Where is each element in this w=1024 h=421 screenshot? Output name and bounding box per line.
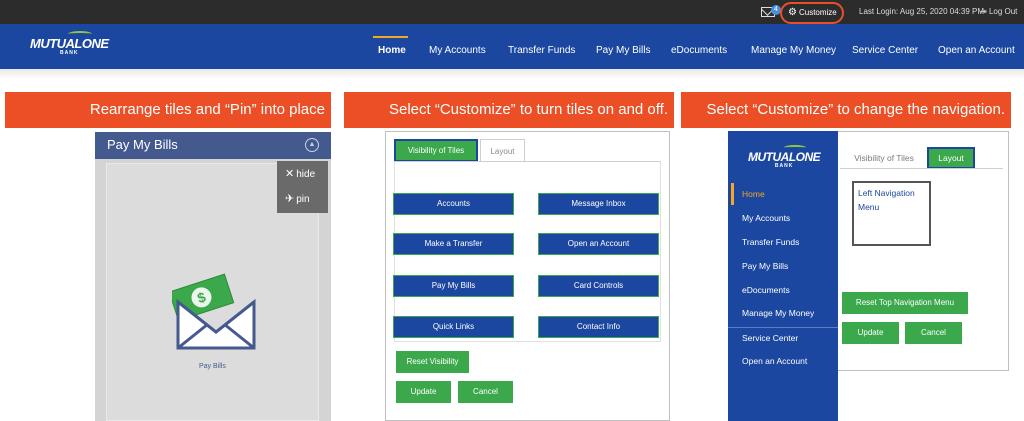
main-navigation: MUTUALONE BANK Home My Accounts Transfer… xyxy=(0,24,1024,69)
side-active-indicator xyxy=(731,183,734,205)
side-item-transfer-funds[interactable]: Transfer Funds xyxy=(742,237,799,247)
tile-menu-pin[interactable]: ✈ pin xyxy=(285,192,310,205)
nav-item-pay-my-bills[interactable]: Pay My Bills xyxy=(596,45,650,56)
side-nav-divider xyxy=(728,327,838,328)
close-icon: ✕ xyxy=(285,168,295,180)
side-item-pay-my-bills[interactable]: Pay My Bills xyxy=(742,261,788,271)
tutorial-page: 4 ⚙ Customize Last Login: Aug 25, 2020 04… xyxy=(0,0,1024,421)
left-side-navigation xyxy=(728,131,838,421)
last-login-text: Last Login: Aug 25, 2020 04:39 PM xyxy=(859,7,984,16)
tile-toggle-quick-links[interactable]: Quick Links xyxy=(393,316,514,338)
nav-item-service-center[interactable]: Service Center xyxy=(852,45,918,56)
tile-options-menu: ✕ hide ✈ pin xyxy=(277,161,328,213)
side-item-home[interactable]: Home xyxy=(742,189,765,199)
cancel-button[interactable]: Cancel xyxy=(458,381,513,403)
logout-icon: ⇥ xyxy=(980,7,989,16)
cancel-nav-button[interactable]: Cancel xyxy=(905,322,962,344)
logo-swoosh xyxy=(68,31,92,37)
tile-toggle-pay-my-bills[interactable]: Pay My Bills xyxy=(393,275,514,297)
chevron-up-icon[interactable]: ▲ xyxy=(305,138,319,152)
nav-item-open-an-account[interactable]: Open an Account xyxy=(938,45,1015,56)
tile-toggle-message-inbox[interactable]: Message Inbox xyxy=(538,193,659,215)
nav-item-transfer-funds[interactable]: Transfer Funds xyxy=(508,45,575,56)
left-nav-line-1: Left Navigation xyxy=(858,188,915,198)
nav-item-my-accounts[interactable]: My Accounts xyxy=(429,45,486,56)
side-item-my-accounts[interactable]: My Accounts xyxy=(742,213,790,223)
tile-toggle-open-an-account[interactable]: Open an Account xyxy=(538,233,659,255)
banner-rearrange-tiles: Rearrange tiles and “Pin” into place xyxy=(5,92,331,128)
tab-visibility-of-tiles[interactable]: Visibility of Tiles xyxy=(394,139,478,162)
reset-visibility-button[interactable]: Reset Visibility xyxy=(396,351,469,373)
side-item-open-an-account[interactable]: Open an Account xyxy=(742,356,807,366)
logo-text: MUTUALONE xyxy=(30,36,109,51)
tab-visibility-of-tiles-nav[interactable]: Visibility of Tiles xyxy=(844,148,924,168)
customize-label: Customize xyxy=(798,8,837,17)
tile-header[interactable]: Pay My Bills ▲ xyxy=(95,132,331,159)
side-item-service-center[interactable]: Service Center xyxy=(742,333,798,343)
side-logo-swoosh xyxy=(784,145,806,150)
pin-icon: ✈ xyxy=(285,193,295,205)
banner-navigation: Select “Customize” to change the navigat… xyxy=(681,92,1011,128)
tile-toggle-accounts[interactable]: Accounts xyxy=(393,193,514,215)
side-bank-logo[interactable]: MUTUALONE BANK xyxy=(748,145,821,169)
nav-item-edocuments[interactable]: eDocuments xyxy=(671,45,727,56)
nav-shadow xyxy=(0,69,1024,79)
nav-item-manage-my-money[interactable]: Manage My Money xyxy=(751,45,836,56)
logout-link[interactable]: ⇥ Log Out xyxy=(980,7,1017,16)
tab-layout-nav[interactable]: Layout xyxy=(927,147,975,169)
tile-toggle-make-a-transfer[interactable]: Make a Transfer xyxy=(393,233,514,255)
gear-icon: ⚙ xyxy=(788,7,797,18)
update-button[interactable]: Update xyxy=(396,381,451,403)
tile-menu-hide[interactable]: ✕ hide xyxy=(285,167,315,180)
left-navigation-menu-option[interactable]: Left Navigation Menu xyxy=(852,181,931,246)
tab-layout[interactable]: Layout xyxy=(480,139,525,162)
nav-active-indicator xyxy=(373,36,408,38)
side-item-edocuments[interactable]: eDocuments xyxy=(742,285,790,295)
pay-bills-caption[interactable]: Pay Bills xyxy=(199,363,226,370)
left-nav-line-2: Menu xyxy=(858,202,880,212)
banner-visibility: Select “Customize” to turn tiles on and … xyxy=(344,92,674,128)
side-item-manage-my-money[interactable]: Manage My Money xyxy=(742,308,814,318)
customize-button[interactable]: ⚙ Customize xyxy=(780,2,844,24)
logout-label: Log Out xyxy=(988,7,1018,16)
bank-logo[interactable]: MUTUALONE BANK xyxy=(30,31,109,56)
utility-bar: 4 ⚙ Customize Last Login: Aug 25, 2020 04… xyxy=(0,0,1024,24)
update-nav-button[interactable]: Update xyxy=(842,322,899,344)
pin-label: pin xyxy=(296,194,310,205)
hide-label: hide xyxy=(296,169,316,180)
side-logo-text: MUTUALONE xyxy=(748,150,821,164)
tab-divider-nav xyxy=(840,168,1003,169)
envelope-dollar-icon: $ xyxy=(172,273,256,350)
tile-toggle-contact-info[interactable]: Contact Info xyxy=(538,316,659,338)
reset-top-navigation-button[interactable]: Reset Top Navigation Menu xyxy=(842,292,968,314)
tile-toggle-card-controls[interactable]: Card Controls xyxy=(538,275,659,297)
nav-item-home[interactable]: Home xyxy=(378,45,406,56)
tile-title: Pay My Bills xyxy=(107,137,178,152)
